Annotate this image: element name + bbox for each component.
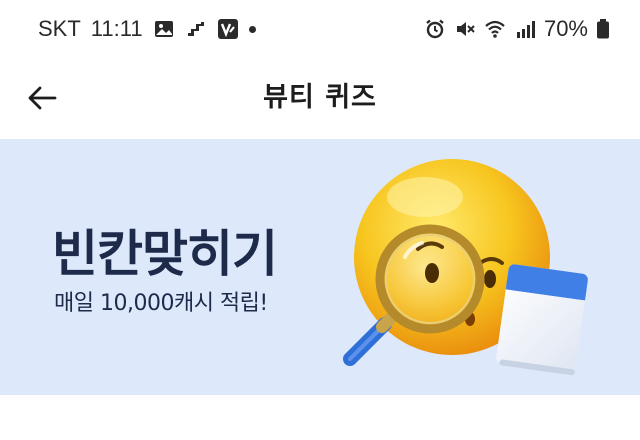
page-title: 뷰티 퀴즈	[263, 82, 377, 113]
quiz-banner[interactable]: 빈칸맞히기 매일 10,000캐시 적립!	[0, 139, 640, 395]
status-bar-right: 70%	[424, 15, 610, 43]
mute-icon	[456, 22, 475, 36]
signal-icon	[516, 21, 535, 38]
stairs-icon	[187, 22, 204, 36]
alarm-icon	[426, 19, 444, 39]
battery-icon	[597, 19, 609, 39]
status-bar: SKT 11:11 70%	[0, 0, 640, 60]
calendar-icon	[496, 264, 588, 376]
banner-title: 빈칸맞히기	[52, 225, 278, 283]
carrier-label: SKT	[38, 16, 81, 41]
screen: SKT 11:11 70% 뷰티 퀴즈 빈칸맞히기 매일 10,000캐시 적립…	[0, 0, 640, 440]
dot-icon	[248, 25, 256, 33]
banner-subtitle: 매일 10,000캐시 적립!	[54, 291, 268, 316]
content-area	[0, 395, 640, 440]
battery-label: 70%	[543, 16, 588, 41]
wifi-icon	[485, 20, 505, 38]
status-bar-left: SKT 11:11	[38, 15, 256, 43]
time-label: 11:11	[90, 16, 143, 41]
banner-illustration	[343, 159, 588, 376]
v-app-icon	[217, 19, 238, 39]
app-header: 뷰티 퀴즈	[0, 60, 640, 138]
gallery-icon	[154, 21, 173, 37]
